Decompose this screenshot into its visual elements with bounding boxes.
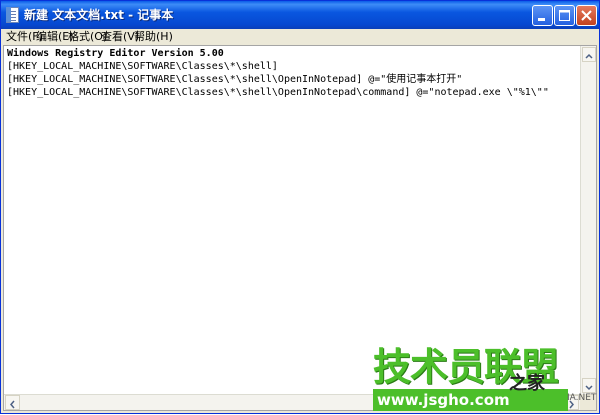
scroll-down-button[interactable] bbox=[582, 378, 596, 393]
scroll-up-button[interactable] bbox=[582, 47, 596, 62]
arrow-left-icon bbox=[10, 400, 15, 409]
editor-line-4: [HKEY_LOCAL_MACHINE\SOFTWARE\Classes\*\s… bbox=[7, 87, 549, 98]
editor-line-1: Windows Registry Editor Version 5.00 bbox=[7, 48, 224, 59]
maximize-icon bbox=[559, 10, 570, 21]
close-icon bbox=[581, 10, 592, 21]
watermark-tail: IA.NET bbox=[567, 393, 597, 403]
arrow-up-icon bbox=[585, 53, 593, 59]
watermark-suffix: 之家 bbox=[509, 373, 545, 394]
maximize-button[interactable] bbox=[554, 5, 575, 26]
notepad-window: 新建 文本文档.txt - 记事本 文件(F) 编辑(E) 格式(O) 查看(V… bbox=[0, 0, 600, 414]
menu-help[interactable]: 帮助(H) bbox=[134, 29, 173, 45]
minimize-button[interactable] bbox=[532, 5, 553, 26]
editor-line-3: [HKEY_LOCAL_MACHINE\SOFTWARE\Classes\*\s… bbox=[7, 74, 463, 85]
title-bar[interactable]: 新建 文本文档.txt - 记事本 bbox=[1, 1, 599, 29]
menu-bar: 文件(F) 编辑(E) 格式(O) 查看(V) 帮助(H) bbox=[1, 29, 599, 45]
window-title: 新建 文本文档.txt - 记事本 bbox=[24, 8, 174, 22]
notepad-icon[interactable] bbox=[6, 7, 19, 23]
vertical-scrollbar[interactable] bbox=[580, 46, 596, 394]
editor-line-2: [HKEY_LOCAL_MACHINE\SOFTWARE\Classes\*\s… bbox=[7, 61, 278, 72]
scroll-left-button[interactable] bbox=[5, 395, 20, 410]
close-button[interactable] bbox=[576, 5, 597, 26]
watermark-url: www.jsgho.com bbox=[377, 391, 510, 409]
minimize-icon bbox=[538, 18, 545, 21]
